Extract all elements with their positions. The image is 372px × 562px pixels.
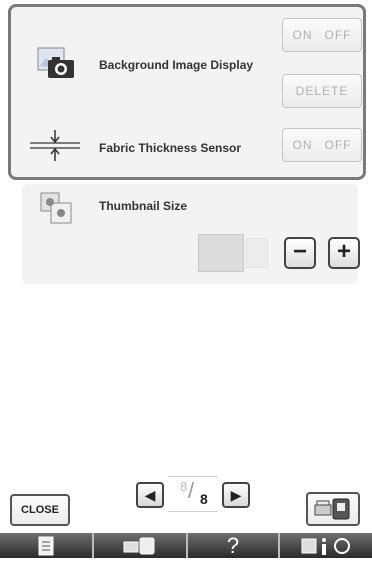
next-page-button[interactable]: ▶ (222, 482, 250, 508)
document-icon (38, 536, 54, 556)
thumbnail-size-section (22, 184, 358, 284)
thumbnail-increase-button[interactable]: + (328, 237, 360, 269)
embroidery-machine-button[interactable] (306, 492, 360, 526)
fabric-thickness-sensor-label: Fabric Thickness Sensor (99, 141, 242, 155)
fabric-thickness-onoff-toggle[interactable]: ON OFF (282, 128, 362, 162)
fabric-thickness-icon (30, 130, 80, 162)
camera-image-icon (36, 46, 76, 82)
on-label: ON (292, 138, 313, 152)
page-separator-slash: / (188, 478, 195, 503)
thumbnail-size-label: Thumbnail Size (99, 199, 188, 213)
thumbnail-size-preview (198, 234, 268, 272)
background-image-display-label: Background Image Display (99, 58, 254, 72)
page-total: 8 (200, 491, 208, 507)
page-current: 8 (180, 479, 188, 494)
document-tab[interactable] (0, 533, 94, 558)
machine-icon (123, 537, 155, 555)
prev-page-button[interactable]: ◀ (136, 482, 164, 508)
thumbnail-decrease-button[interactable]: − (284, 237, 316, 269)
machine-tab[interactable] (94, 533, 188, 558)
settings-info-tab[interactable] (280, 533, 372, 558)
thumbnail-preview-small (246, 238, 268, 268)
off-label: OFF (324, 28, 352, 42)
background-image-onoff-toggle[interactable]: ON OFF (282, 18, 362, 52)
embroidery-machine-icon (314, 498, 350, 520)
thumbnail-icon (40, 192, 72, 224)
page-indicator: 8 / 8 (168, 476, 218, 512)
thumbnail-preview-large (198, 234, 244, 272)
bottom-toolbar: ? (0, 533, 372, 558)
help-tab[interactable]: ? (188, 533, 280, 558)
delete-button[interactable]: DELETE (282, 74, 362, 108)
settings-info-icon (301, 538, 350, 555)
off-label: OFF (324, 138, 352, 152)
close-button[interactable]: CLOSE (10, 494, 70, 526)
on-label: ON (292, 28, 313, 42)
